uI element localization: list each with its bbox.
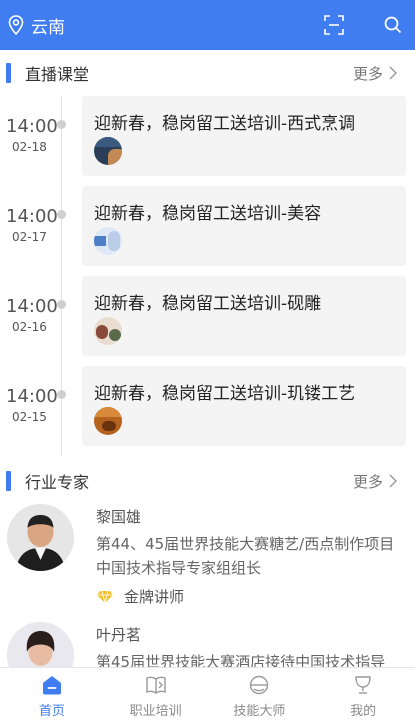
tab-label[interactable]: 我的 xyxy=(350,700,376,719)
diamond-icon xyxy=(97,590,113,603)
live-item[interactable]: 14:00 02-15 迎新春，稳岗留工送培训-玑镂工艺 xyxy=(0,366,415,456)
live-date: 02-18 xyxy=(12,140,47,154)
live-item[interactable]: 14:00 02-17 迎新春，稳岗留工送培训-美容 xyxy=(0,186,415,276)
live-item[interactable]: 14:00 02-16 迎新春，稳岗留工送培训-砚雕 xyxy=(0,276,415,366)
live-section-title: 直播课堂 xyxy=(25,65,90,84)
live-time: 14:00 xyxy=(6,206,58,227)
book-icon xyxy=(145,676,166,694)
timeline-line xyxy=(61,366,62,456)
tab-skill-masters[interactable]: 技能大师 xyxy=(208,668,312,720)
main-content[interactable]: 直播课堂 更多 14:00 02-18 迎新春，稳岗留工送培训-西式烹调 14:… xyxy=(0,50,415,667)
expert-description: 第45届世界技能大赛酒店接待中国技术指导 xyxy=(96,653,386,667)
tab-label[interactable]: 技能大师 xyxy=(233,700,285,719)
section-accent-bar xyxy=(6,471,11,491)
live-section-header: 直播课堂 更多 xyxy=(0,50,415,96)
live-date: 02-15 xyxy=(12,410,47,424)
timeline-line xyxy=(61,186,62,276)
more-label[interactable]: 更多 xyxy=(353,63,383,84)
live-date: 02-16 xyxy=(12,320,47,334)
helmet-icon xyxy=(250,675,269,695)
live-thumbnail xyxy=(94,407,122,435)
timeline-dot xyxy=(57,120,66,129)
bottom-tab-bar: 首页 职业培训 技能大师 我的 xyxy=(0,667,415,720)
timeline-dot xyxy=(57,390,66,399)
tab-label[interactable]: 职业培训 xyxy=(130,700,182,719)
badge-label: 金牌讲师 xyxy=(124,588,185,606)
live-time: 14:00 xyxy=(6,296,58,317)
expert-item[interactable]: 黎国雄 第44、45届世界技能大赛糖艺/西点制作项目中国技术指导专家组组长 金牌… xyxy=(0,504,415,622)
expert-name[interactable]: 叶丹茗 xyxy=(96,624,141,645)
experts-more-link[interactable]: 更多 xyxy=(353,471,397,492)
live-card-title[interactable]: 迎新春，稳岗留工送培训-砚雕 xyxy=(94,289,321,314)
tab-home[interactable]: 首页 xyxy=(0,668,104,720)
live-date: 02-17 xyxy=(12,230,47,244)
expert-name[interactable]: 黎国雄 xyxy=(96,506,141,527)
section-accent-bar xyxy=(6,63,11,83)
location-pin-icon[interactable] xyxy=(7,14,25,36)
more-label[interactable]: 更多 xyxy=(353,471,383,492)
location-label[interactable]: 云南 xyxy=(31,13,65,38)
avatar xyxy=(7,504,74,571)
live-card-title[interactable]: 迎新春，稳岗留工送培训-西式烹调 xyxy=(94,109,355,134)
tab-vocational-training[interactable]: 职业培训 xyxy=(104,668,208,720)
timeline-line xyxy=(61,276,62,366)
live-time: 14:00 xyxy=(6,116,58,137)
live-thumbnail xyxy=(94,317,122,345)
experts-section-header: 行业专家 更多 xyxy=(0,458,415,504)
expert-item[interactable]: 叶丹茗 第45届世界技能大赛酒店接待中国技术指导 xyxy=(0,622,415,667)
live-time: 14:00 xyxy=(6,386,58,407)
live-thumbnail xyxy=(94,137,122,165)
timeline-dot xyxy=(57,300,66,309)
tab-profile[interactable]: 我的 xyxy=(311,668,415,720)
live-more-link[interactable]: 更多 xyxy=(353,63,397,84)
experts-section-title: 行业专家 xyxy=(25,473,90,492)
timeline-line xyxy=(61,96,62,186)
profile-icon xyxy=(355,676,371,694)
tab-label[interactable]: 首页 xyxy=(39,700,65,719)
live-card[interactable]: 迎新春，稳岗留工送培训-砚雕 xyxy=(82,276,406,356)
live-card-title[interactable]: 迎新春，稳岗留工送培训-美容 xyxy=(94,199,321,224)
home-icon xyxy=(42,676,61,695)
live-item[interactable]: 14:00 02-18 迎新春，稳岗留工送培训-西式烹调 xyxy=(0,96,415,186)
scan-icon[interactable] xyxy=(324,15,344,35)
live-thumbnail xyxy=(94,227,122,255)
expert-description: 第44、45届世界技能大赛糖艺/西点制作项目中国技术指导专家组组长 xyxy=(96,535,395,577)
live-card[interactable]: 迎新春，稳岗留工送培训-西式烹调 xyxy=(82,96,406,176)
timeline-dot xyxy=(57,210,66,219)
expert-badge: 金牌讲师 xyxy=(96,586,184,607)
live-card-title[interactable]: 迎新春，稳岗留工送培训-玑镂工艺 xyxy=(94,379,355,404)
top-bar: 云南 xyxy=(0,0,415,50)
live-card[interactable]: 迎新春，稳岗留工送培训-美容 xyxy=(82,186,406,266)
chevron-right-icon xyxy=(389,474,397,488)
search-icon[interactable] xyxy=(384,16,402,34)
chevron-right-icon xyxy=(389,66,397,80)
avatar xyxy=(7,622,74,667)
live-card[interactable]: 迎新春，稳岗留工送培训-玑镂工艺 xyxy=(82,366,406,446)
